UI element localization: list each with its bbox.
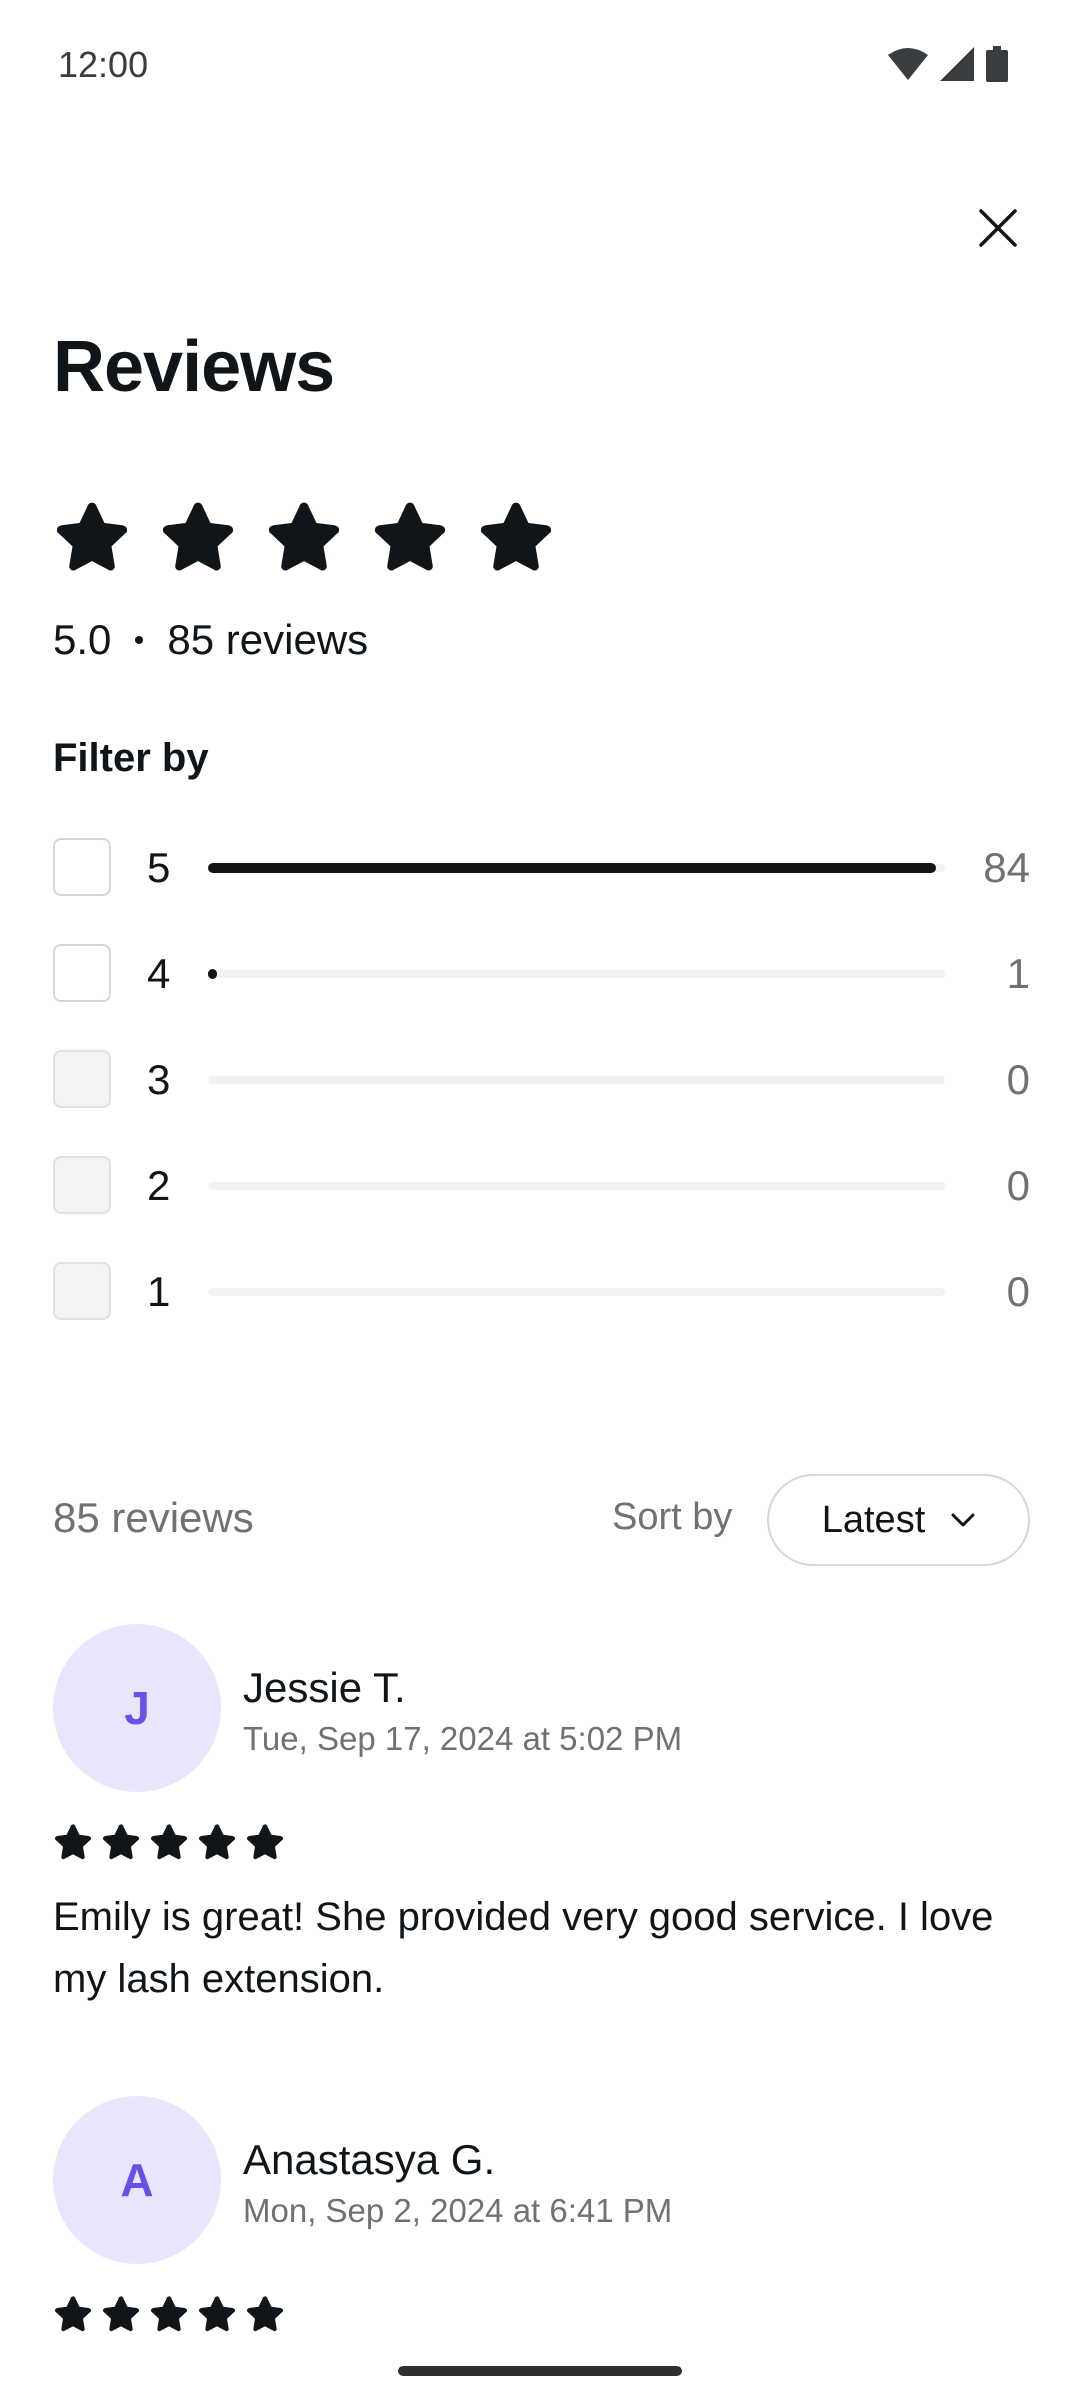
reviews-count: 85 reviews bbox=[53, 1494, 254, 1541]
rating-bar-fill bbox=[208, 969, 217, 979]
filter-star-label: 4 bbox=[147, 950, 171, 997]
star-icon bbox=[151, 1824, 187, 1860]
close-button[interactable] bbox=[966, 196, 1030, 260]
filter-row-1: 1 0 bbox=[53, 1262, 1030, 1324]
filter-count: 0 bbox=[1006, 1162, 1030, 1209]
separator-dot bbox=[135, 636, 144, 644]
total-reviews: 85 reviews bbox=[167, 616, 369, 663]
rating-stars bbox=[53, 498, 555, 576]
close-icon bbox=[979, 209, 1017, 247]
rating-bar-fill bbox=[208, 863, 937, 873]
filter-checkbox-5[interactable] bbox=[53, 838, 111, 896]
review-date: Mon, Sep 2, 2024 at 6:41 PM bbox=[243, 2192, 673, 2229]
review-stars bbox=[53, 1822, 285, 1862]
rating-bar-track bbox=[208, 1076, 945, 1084]
star-icon bbox=[103, 2296, 139, 2332]
battery-icon bbox=[986, 46, 1008, 82]
filter-checkbox-2[interactable] bbox=[53, 1156, 111, 1214]
reviewer-name: Jessie T. bbox=[243, 1664, 406, 1711]
rating-bar-track bbox=[208, 863, 945, 873]
filter-count: 0 bbox=[1006, 1268, 1030, 1315]
star-icon bbox=[55, 1824, 91, 1860]
star-icon bbox=[162, 502, 234, 571]
reviewer-name: Anastasya G. bbox=[243, 2136, 496, 2183]
average-rating: 5.0 bbox=[53, 616, 112, 663]
filter-checkbox-1[interactable] bbox=[53, 1262, 111, 1320]
filter-count: 1 bbox=[1006, 950, 1030, 997]
review-item: J Jessie T. Tue, Sep 17, 2024 at 5:02 PM… bbox=[53, 1624, 1030, 2024]
review-item: A Anastasya G. Mon, Sep 2, 2024 at 6:41 … bbox=[53, 2096, 1030, 2356]
star-icon bbox=[103, 1824, 139, 1860]
star-icon bbox=[55, 2296, 91, 2332]
sort-label: Sort by bbox=[612, 1496, 733, 1538]
wifi-icon bbox=[888, 48, 928, 80]
star-icon bbox=[374, 502, 446, 571]
filter-star-label: 1 bbox=[147, 1268, 171, 1315]
filter-row-2: 2 0 bbox=[53, 1156, 1030, 1218]
review-stars bbox=[53, 2294, 285, 2334]
star-icon bbox=[56, 502, 128, 571]
page-title: Reviews bbox=[53, 327, 335, 407]
review-text: Emily is great! She provided very good s… bbox=[53, 1895, 994, 2001]
star-icon bbox=[199, 2296, 235, 2332]
home-indicator bbox=[398, 2366, 682, 2376]
filter-checkbox-4[interactable] bbox=[53, 944, 111, 1002]
avatar: J bbox=[53, 1624, 221, 1792]
star-icon bbox=[247, 1824, 283, 1860]
rating-bar-track bbox=[208, 969, 945, 979]
filter-row-5: 5 84 bbox=[53, 838, 1030, 900]
status-bar: 12:00 bbox=[0, 0, 1080, 130]
review-date: Tue, Sep 17, 2024 at 5:02 PM bbox=[243, 1720, 683, 1757]
star-icon bbox=[199, 1824, 235, 1860]
filter-title: Filter by bbox=[53, 736, 209, 780]
filter-count: 84 bbox=[983, 844, 1030, 891]
status-time: 12:00 bbox=[58, 44, 149, 85]
star-icon bbox=[247, 2296, 283, 2332]
filter-star-label: 5 bbox=[147, 844, 171, 891]
filter-row-4: 4 1 bbox=[53, 944, 1030, 1006]
star-icon bbox=[268, 502, 340, 571]
cellular-signal-icon bbox=[940, 47, 974, 81]
rating-bar-track bbox=[208, 1288, 945, 1296]
filter-star-label: 2 bbox=[147, 1162, 171, 1209]
avatar: A bbox=[53, 2096, 221, 2264]
star-icon bbox=[151, 2296, 187, 2332]
filter-row-3: 3 0 bbox=[53, 1050, 1030, 1112]
rating-summary: 5.0 85 reviews bbox=[53, 616, 368, 664]
filter-count: 0 bbox=[1006, 1056, 1030, 1103]
filter-checkbox-3[interactable] bbox=[53, 1050, 111, 1108]
rating-bar-track bbox=[208, 1182, 945, 1190]
status-icons bbox=[888, 46, 1008, 82]
chevron-down-icon bbox=[951, 1513, 975, 1527]
sort-dropdown[interactable]: Latest bbox=[767, 1474, 1030, 1566]
sort-value: Latest bbox=[821, 1498, 926, 1541]
filter-star-label: 3 bbox=[147, 1056, 171, 1103]
star-icon bbox=[480, 502, 552, 571]
